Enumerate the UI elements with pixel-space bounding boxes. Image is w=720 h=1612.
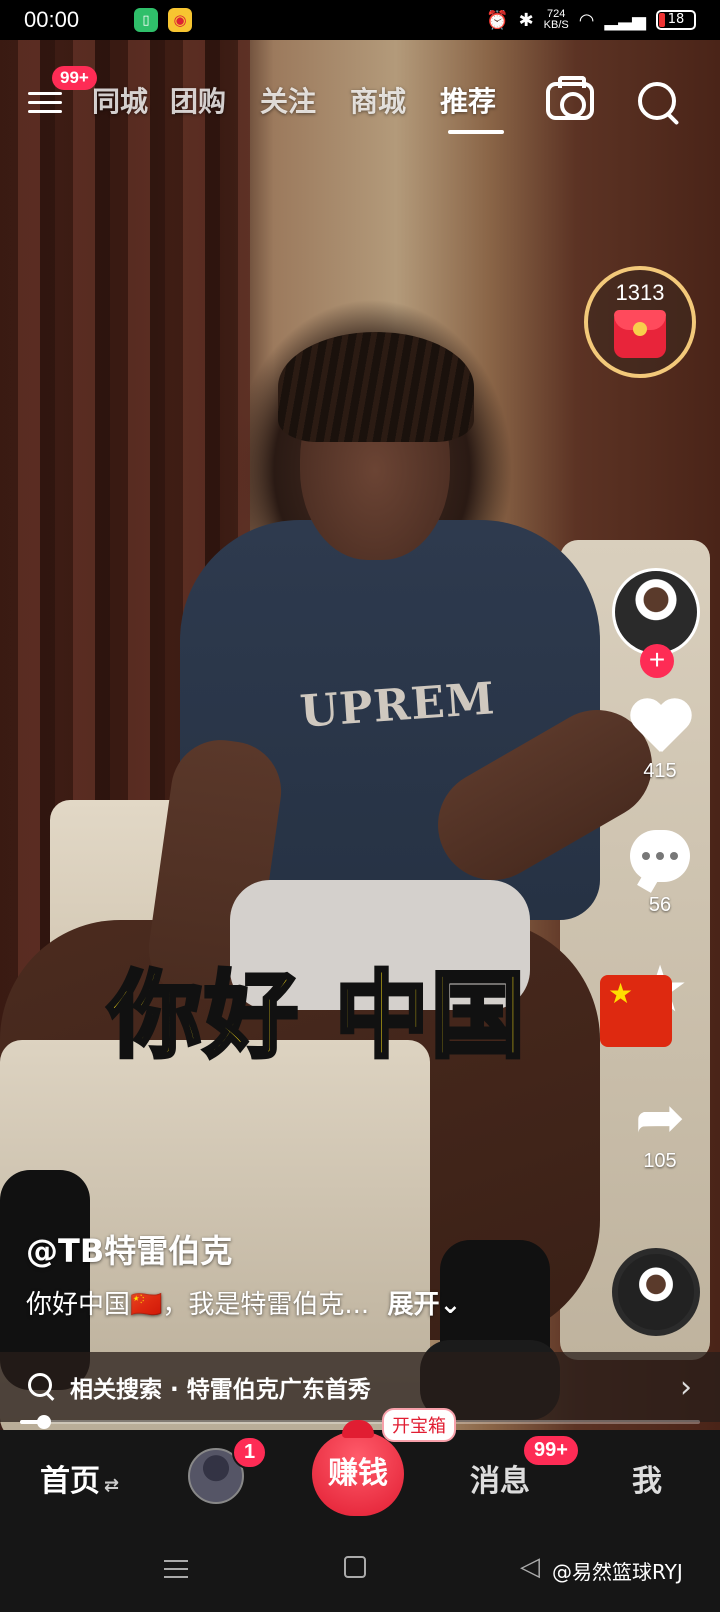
tab-local[interactable]: 同城 — [92, 80, 148, 120]
expand-caption-button[interactable]: 展开⌄ — [387, 1290, 461, 1320]
video-subtitle: 你好 中国 — [106, 960, 527, 1073]
follow-plus-icon[interactable]: + — [640, 644, 674, 678]
share-button[interactable]: ➦ 105 — [620, 1083, 700, 1173]
alarm-icon: ⏰ — [486, 9, 509, 31]
recent-apps-icon[interactable] — [164, 1554, 188, 1584]
related-search-bar[interactable]: 相关搜索 · 特雷伯克广东首秀 › — [0, 1352, 720, 1422]
search-icon[interactable] — [638, 82, 682, 126]
app-notification-icon: ▯ — [134, 8, 158, 32]
author-avatar[interactable] — [612, 568, 700, 656]
wifi-icon: ◠ — [578, 9, 595, 31]
person-hair — [278, 332, 474, 442]
camera-icon[interactable] — [546, 76, 594, 120]
tab-recommend[interactable]: 推荐 — [440, 80, 496, 120]
nav-messages[interactable]: 消息 — [470, 1456, 530, 1500]
related-search-text: 相关搜索 · 特雷伯克广东首秀 — [70, 1377, 371, 1403]
comment-count: 56 — [648, 894, 672, 916]
tab-group-buy[interactable]: 团购 — [170, 80, 226, 120]
tab-following[interactable]: 关注 — [260, 80, 316, 120]
network-speed: 724 KB/S — [544, 9, 569, 31]
music-disc-icon[interactable] — [612, 1248, 700, 1336]
nav-me[interactable]: 我 — [632, 1456, 662, 1500]
video-caption: 你好中国🇨🇳，我是特雷伯克... 展开⌄ — [26, 1284, 461, 1321]
status-bar: 00:00 ▯ ◉ ⏰ ✱ 724 KB/S ◠ ▂▃▅ 18 — [0, 0, 720, 40]
nav-home[interactable]: 首页 ⇄ — [40, 1456, 119, 1500]
comment-icon — [630, 830, 690, 882]
red-packet-icon — [614, 310, 666, 358]
search-icon — [28, 1373, 56, 1401]
heart-icon — [628, 700, 692, 756]
share-icon: ➦ — [634, 1083, 686, 1153]
friends-badge: 1 — [232, 1436, 268, 1469]
like-count: 415 — [643, 760, 677, 782]
nav-home-label: 首页 — [40, 1464, 100, 1499]
share-count: 105 — [643, 1150, 677, 1172]
earn-money-button[interactable]: 赚钱 — [312, 1420, 404, 1516]
like-button[interactable]: 415 — [620, 700, 700, 783]
chevron-right-icon: › — [680, 1369, 692, 1405]
treasure-box-label[interactable]: 开宝箱 — [382, 1408, 456, 1442]
signal-icon: ▂▃▅ — [604, 9, 646, 31]
active-tab-indicator — [448, 130, 504, 134]
progress-thumb[interactable] — [36, 1415, 51, 1429]
messages-badge: 99+ — [522, 1434, 580, 1467]
menu-icon[interactable] — [28, 86, 62, 120]
battery-icon: 18 — [656, 10, 696, 30]
menu-badge: 99+ — [52, 66, 97, 90]
weibo-notification-icon: ◉ — [168, 8, 192, 32]
coin-count: 1313 — [615, 280, 665, 305]
caption-text: 你好中国🇨🇳，我是特雷伯克... — [26, 1290, 370, 1320]
clock: 00:00 — [24, 7, 80, 32]
home-square-icon[interactable] — [344, 1556, 366, 1578]
bluetooth-icon: ✱ — [518, 9, 534, 31]
weibo-watermark: @易然篮球RYJ — [552, 1560, 683, 1584]
net-speed-unit: KB/S — [543, 19, 569, 31]
top-nav: 99+ 同城 团购 关注 商城 推荐 — [0, 66, 720, 140]
swap-icon: ⇄ — [104, 1475, 120, 1496]
back-icon[interactable]: ◁ — [520, 1552, 540, 1582]
comment-button[interactable]: 56 — [620, 830, 700, 917]
video-player[interactable]: UPREM — [0, 40, 720, 1430]
author-name[interactable]: @TB特雷伯克 — [26, 1226, 232, 1272]
tab-mall[interactable]: 商城 — [350, 80, 406, 120]
system-nav-bar: ◁ @易然篮球RYJ — [0, 1530, 720, 1612]
china-flag-icon — [600, 975, 672, 1047]
coin-reward-widget[interactable]: 1313 — [584, 266, 696, 378]
status-icons: ⏰ ✱ 724 KB/S ◠ ▂▃▅ 18 — [486, 9, 696, 31]
bottom-nav: 首页 ⇄ 1 赚钱 开宝箱 消息 99+ 我 — [0, 1408, 720, 1530]
